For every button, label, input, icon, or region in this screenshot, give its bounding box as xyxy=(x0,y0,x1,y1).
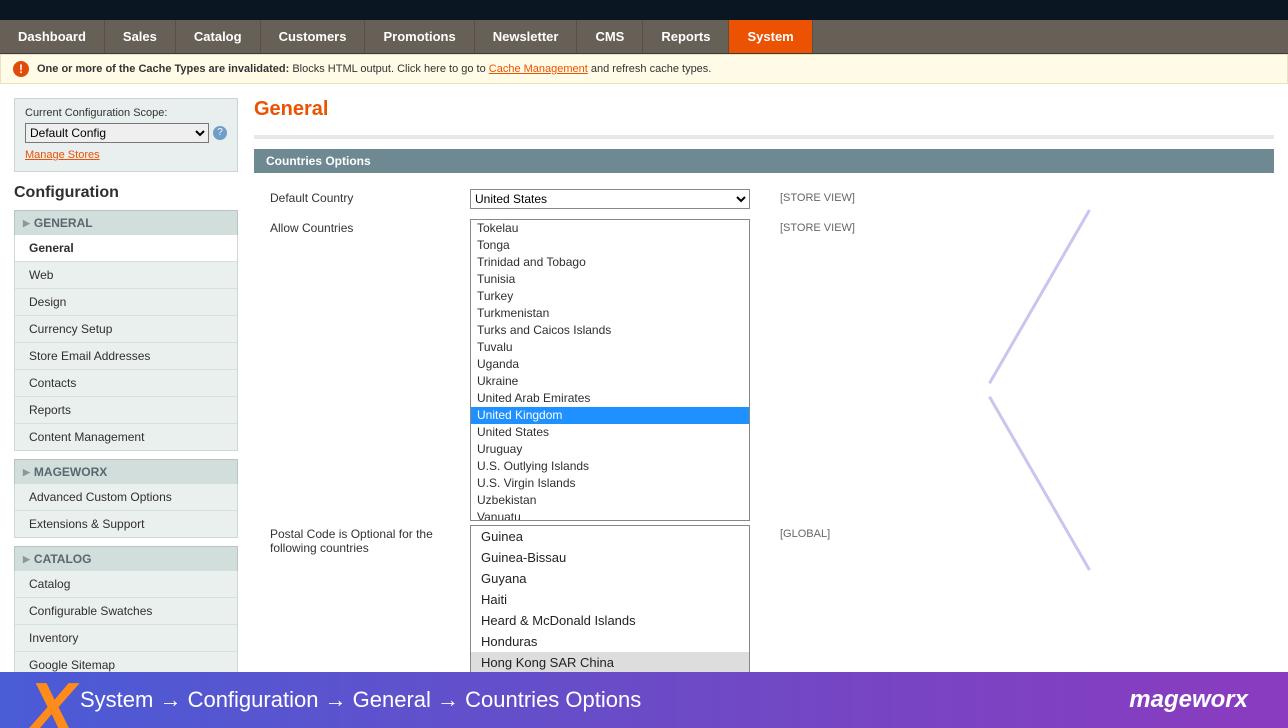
sidebar-item-extensions-&-support[interactable]: Extensions & Support xyxy=(15,510,237,537)
sidebar-head-mageworx[interactable]: ▶ MAGEWORX xyxy=(14,459,238,484)
sidebar-head-label: CATALOG xyxy=(34,552,92,566)
country-option[interactable]: Tuvalu xyxy=(471,339,749,356)
config-heading: Configuration xyxy=(14,184,238,202)
allow-countries-row: Allow Countries TokelauTongaTrinidad and… xyxy=(270,219,1274,521)
default-country-label: Default Country xyxy=(270,189,470,205)
country-option[interactable]: Tunisia xyxy=(471,271,749,288)
sidebar-item-advanced-custom-options[interactable]: Advanced Custom Options xyxy=(15,484,237,510)
warning-icon: ! xyxy=(13,61,29,77)
manage-stores-link[interactable]: Manage Stores xyxy=(25,149,100,161)
nav-newsletter[interactable]: Newsletter xyxy=(475,20,578,53)
section-head[interactable]: Countries Options xyxy=(254,149,1274,173)
postal-optional-row: Postal Code is Optional for the followin… xyxy=(270,525,1274,674)
country-option[interactable]: Uzbekistan xyxy=(471,492,749,509)
sidebar-item-catalog[interactable]: Catalog xyxy=(15,571,237,597)
country-option[interactable]: United Kingdom xyxy=(471,407,749,424)
scope-box: Current Configuration Scope: Default Con… xyxy=(14,98,238,172)
chevron-right-icon: ▶ xyxy=(23,554,30,565)
country-option[interactable]: United Arab Emirates xyxy=(471,390,749,407)
postal-country-option[interactable]: Heard & McDonald Islands xyxy=(471,610,749,631)
sidebar-head-general[interactable]: ▶ GENERAL xyxy=(14,210,238,235)
nav-system[interactable]: System xyxy=(729,20,812,53)
scope-select[interactable]: Default Config xyxy=(25,123,209,143)
country-option[interactable]: Turkey xyxy=(471,288,749,305)
nav-catalog[interactable]: Catalog xyxy=(176,20,261,53)
left-sidebar: Current Configuration Scope: Default Con… xyxy=(14,98,238,687)
postal-optional-multiselect[interactable]: GuineaGuinea-BissauGuyanaHaitiHeard & Mc… xyxy=(470,525,750,674)
sidebar-item-design[interactable]: Design xyxy=(15,288,237,315)
allow-countries-label: Allow Countries xyxy=(270,219,470,235)
sidebar-head-catalog[interactable]: ▶ CATALOG xyxy=(14,546,238,571)
nav-sales[interactable]: Sales xyxy=(105,20,176,53)
allow-countries-multiselect[interactable]: TokelauTongaTrinidad and TobagoTunisiaTu… xyxy=(470,219,750,521)
postal-country-option[interactable]: Honduras xyxy=(471,631,749,652)
default-country-scope: [STORE VIEW] xyxy=(780,189,855,204)
warning-text: One or more of the Cache Types are inval… xyxy=(37,63,711,75)
country-option[interactable]: Ukraine xyxy=(471,373,749,390)
nav-customers[interactable]: Customers xyxy=(261,20,366,53)
page-title: General xyxy=(254,98,1274,121)
country-option[interactable]: Trinidad and Tobago xyxy=(471,254,749,271)
sidebar-item-reports[interactable]: Reports xyxy=(15,396,237,423)
country-option[interactable]: United States xyxy=(471,424,749,441)
warning-body: Blocks HTML output. Click here to go to xyxy=(289,63,489,75)
main-nav: DashboardSalesCatalogCustomersPromotions… xyxy=(0,20,1288,54)
sidebar-item-currency-setup[interactable]: Currency Setup xyxy=(15,315,237,342)
help-icon[interactable]: ? xyxy=(213,126,227,140)
sidebar-item-store-email-addresses[interactable]: Store Email Addresses xyxy=(15,342,237,369)
allow-countries-scope: [STORE VIEW] xyxy=(780,219,855,234)
country-option[interactable]: U.S. Outlying Islands xyxy=(471,458,749,475)
banner-x-icon: X xyxy=(28,684,76,728)
nav-cms[interactable]: CMS xyxy=(577,20,643,53)
nav-reports[interactable]: Reports xyxy=(643,20,729,53)
nav-promotions[interactable]: Promotions xyxy=(365,20,474,53)
country-option[interactable]: Uganda xyxy=(471,356,749,373)
default-country-row: Default Country United States [STORE VIE… xyxy=(270,189,1274,209)
sidebar-item-content-management[interactable]: Content Management xyxy=(15,423,237,450)
warning-prefix: One or more of the Cache Types are inval… xyxy=(37,63,289,75)
country-option[interactable]: U.S. Virgin Islands xyxy=(471,475,749,492)
postal-country-option[interactable]: Guinea-Bissau xyxy=(471,547,749,568)
chevron-right-icon: ▶ xyxy=(23,218,30,229)
sidebar-item-contacts[interactable]: Contacts xyxy=(15,369,237,396)
default-country-select[interactable]: United States xyxy=(470,189,750,209)
sidebar-item-general[interactable]: General xyxy=(15,235,237,261)
country-option[interactable]: Tonga xyxy=(471,237,749,254)
country-option[interactable]: Tokelau xyxy=(471,220,749,237)
postal-optional-scope: [GLOBAL] xyxy=(780,525,830,540)
postal-country-option[interactable]: Guyana xyxy=(471,568,749,589)
country-option[interactable]: Uruguay xyxy=(471,441,749,458)
banner-logo: mageworx xyxy=(1129,686,1248,714)
title-underline xyxy=(254,135,1274,139)
cache-warning-bar: ! One or more of the Cache Types are inv… xyxy=(0,54,1288,84)
sidebar-head-label: GENERAL xyxy=(34,216,93,230)
sidebar-item-configurable-swatches[interactable]: Configurable Swatches xyxy=(15,597,237,624)
postal-optional-label: Postal Code is Optional for the followin… xyxy=(270,525,470,555)
warning-suffix: and refresh cache types. xyxy=(588,63,712,75)
top-strip xyxy=(0,0,1288,20)
sidebar-head-label: MAGEWORX xyxy=(34,465,107,479)
scope-label: Current Configuration Scope: xyxy=(25,107,227,119)
sidebar-item-web[interactable]: Web xyxy=(15,261,237,288)
country-option[interactable]: Turks and Caicos Islands xyxy=(471,322,749,339)
country-option[interactable]: Vanuatu xyxy=(471,509,749,520)
postal-country-option[interactable]: Haiti xyxy=(471,589,749,610)
postal-country-option[interactable]: Guinea xyxy=(471,526,749,547)
postal-country-option[interactable]: Hong Kong SAR China xyxy=(471,652,749,673)
banner-breadcrumb: System → Configuration → General → Count… xyxy=(80,687,641,713)
cache-management-link[interactable]: Cache Management xyxy=(489,63,588,75)
bottom-banner: X System → Configuration → General → Cou… xyxy=(0,672,1288,728)
sidebar-item-inventory[interactable]: Inventory xyxy=(15,624,237,651)
country-option[interactable]: Turkmenistan xyxy=(471,305,749,322)
main-content: General Countries Options Default Countr… xyxy=(254,98,1274,684)
chevron-right-icon: ▶ xyxy=(23,467,30,478)
nav-dashboard[interactable]: Dashboard xyxy=(0,20,105,53)
